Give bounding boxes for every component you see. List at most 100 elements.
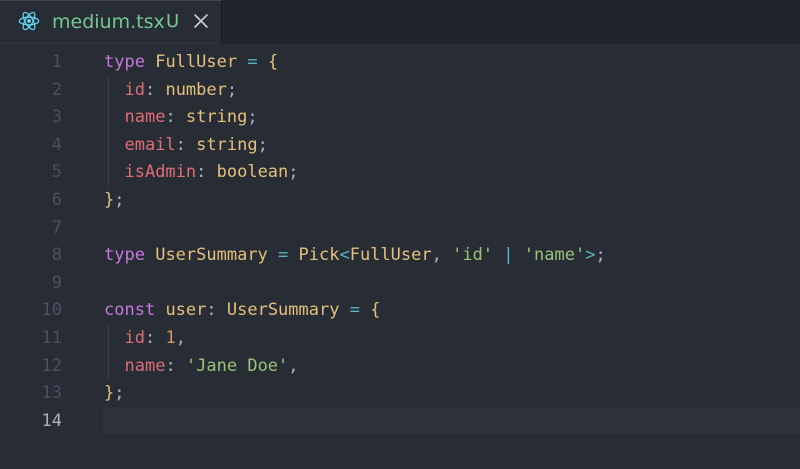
code-line[interactable]: 3 name: string; bbox=[0, 103, 800, 131]
code-token: : bbox=[144, 328, 166, 348]
code-token: ; bbox=[114, 190, 125, 210]
code-editor[interactable]: 1 type FullUser = {2 id: number; 3 name: s… bbox=[0, 44, 800, 469]
code-token: ; bbox=[247, 107, 258, 128]
code-line[interactable]: 7 bbox=[0, 214, 800, 242]
code-text: }; bbox=[104, 188, 125, 212]
code-token: email bbox=[124, 134, 176, 155]
code-text: id: number; bbox=[104, 78, 237, 102]
code-line[interactable]: 6}; bbox=[0, 186, 800, 214]
code-token: FullUser bbox=[349, 245, 432, 266]
line-number: 14 bbox=[41, 410, 62, 431]
code-token: UserSummary bbox=[155, 245, 268, 266]
tab-accent-line bbox=[0, 0, 222, 1]
code-token: , bbox=[431, 245, 453, 266]
code-token: Pick bbox=[298, 245, 340, 266]
code-token: isAdmin bbox=[124, 162, 197, 183]
code-token: = bbox=[237, 52, 268, 72]
code-line[interactable]: 9 bbox=[0, 269, 800, 297]
code-token: : bbox=[196, 162, 217, 183]
code-token: = bbox=[267, 245, 299, 266]
code-text: const user: UserSummary = { bbox=[104, 298, 380, 322]
code-token: 'id' bbox=[452, 245, 494, 266]
line-number: 10 bbox=[41, 300, 62, 321]
code-token: < bbox=[339, 245, 350, 266]
code-text: isAdmin: boolean; bbox=[104, 160, 299, 184]
code-token: string bbox=[185, 107, 248, 128]
code-token: : bbox=[165, 355, 186, 376]
code-token: ; bbox=[595, 245, 606, 266]
line-number: 5 bbox=[51, 162, 62, 183]
code-token: , bbox=[175, 328, 186, 348]
git-status-badge: U bbox=[166, 11, 180, 32]
code-text: type FullUser = { bbox=[104, 50, 278, 74]
code-text: name: 'Jane Doe', bbox=[104, 354, 299, 378]
code-token: name bbox=[124, 355, 166, 376]
code-token: 'Jane Doe' bbox=[185, 355, 289, 376]
line-number: 12 bbox=[41, 355, 62, 376]
code-token: id bbox=[124, 79, 145, 100]
editor-window: medium.tsx U 1 type FullUser = {2 id: num… bbox=[0, 0, 800, 469]
code-token: { bbox=[370, 300, 381, 321]
code-line[interactable]: 13}; bbox=[0, 379, 800, 407]
code-token: 1 bbox=[165, 328, 176, 348]
code-token: > bbox=[585, 245, 596, 266]
code-token: UserSummary bbox=[226, 300, 340, 321]
line-number: 3 bbox=[51, 107, 62, 128]
code-text: name: string; bbox=[104, 105, 258, 129]
code-token: } bbox=[104, 383, 115, 404]
code-line[interactable]: 11 id: 1, bbox=[0, 324, 800, 352]
line-number: 4 bbox=[51, 134, 62, 155]
tab-bar: medium.tsx U bbox=[0, 0, 800, 44]
tab-medium-tsx[interactable]: medium.tsx U bbox=[0, 0, 222, 44]
code-line[interactable]: 5 isAdmin: boolean; bbox=[0, 158, 800, 186]
line-number: 7 bbox=[51, 217, 62, 238]
code-token: : bbox=[144, 79, 166, 100]
line-number: 2 bbox=[51, 79, 62, 100]
code-line[interactable]: 8 type UserSummary = Pick<FullUser, 'id' … bbox=[0, 241, 800, 269]
code-token: number bbox=[165, 79, 227, 100]
close-icon[interactable] bbox=[193, 13, 209, 29]
code-token: name bbox=[124, 107, 166, 128]
tab-filename: medium.tsx bbox=[52, 11, 165, 33]
code-token: ; bbox=[226, 79, 238, 100]
code-token: id bbox=[124, 328, 145, 348]
code-token: { bbox=[267, 52, 279, 72]
code-line[interactable]: 10 const user: UserSummary = { bbox=[0, 296, 800, 324]
code-token: : bbox=[175, 134, 197, 155]
line-number: 8 bbox=[51, 245, 62, 266]
code-token: 'name' bbox=[523, 245, 586, 266]
code-token: , bbox=[288, 355, 299, 376]
code-line[interactable]: 12 name: 'Jane Doe', bbox=[0, 352, 800, 380]
code-line[interactable]: 4 email: string; bbox=[0, 131, 800, 159]
code-text: }; bbox=[104, 381, 125, 405]
line-number: 1 bbox=[51, 52, 62, 72]
code-token: FullUser bbox=[155, 52, 238, 72]
code-text: id: 1, bbox=[104, 326, 186, 350]
code-text: email: string; bbox=[104, 133, 268, 157]
current-line-highlight bbox=[103, 406, 800, 435]
line-number: 11 bbox=[41, 328, 62, 348]
code-token: type bbox=[104, 52, 145, 72]
code-token: user bbox=[165, 300, 207, 321]
code-token: boolean bbox=[216, 162, 289, 183]
code-token: ; bbox=[288, 162, 299, 183]
code-text: type UserSummary = Pick<FullUser, 'id' |… bbox=[104, 243, 606, 267]
code-token: string bbox=[196, 134, 258, 155]
react-icon bbox=[18, 11, 40, 31]
code-token: type bbox=[104, 245, 145, 266]
line-number: 6 bbox=[51, 190, 62, 210]
code-token: : bbox=[165, 107, 186, 128]
code-token: : bbox=[206, 300, 227, 321]
line-number: 9 bbox=[51, 272, 62, 293]
code-token: ; bbox=[257, 134, 268, 155]
code-token: = bbox=[339, 300, 371, 321]
code-token: | bbox=[493, 245, 524, 266]
code-token: ; bbox=[114, 383, 125, 404]
indent-guide bbox=[108, 324, 109, 380]
code-line[interactable]: 2 id: number; bbox=[0, 76, 800, 104]
code-line[interactable]: 1 type FullUser = { bbox=[0, 48, 800, 76]
code-line[interactable]: 14 bbox=[0, 406, 800, 435]
